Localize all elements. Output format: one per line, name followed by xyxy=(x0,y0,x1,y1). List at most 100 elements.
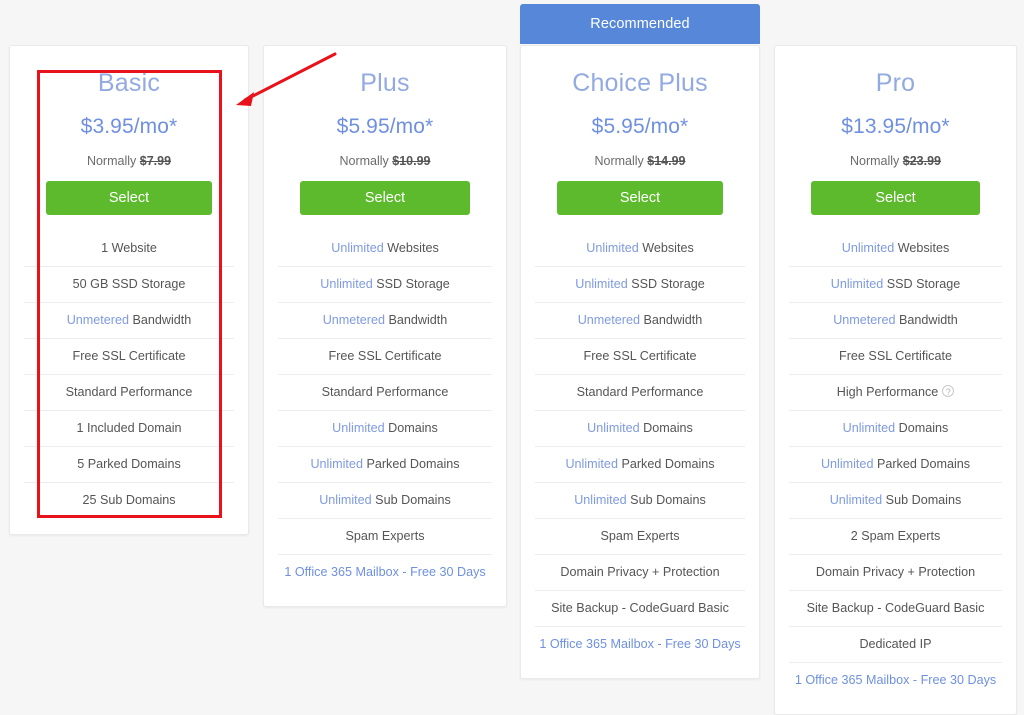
feature-label: Bandwidth xyxy=(385,312,448,327)
select-button[interactable]: Select xyxy=(300,180,470,215)
feature-label: Free SSL Certificate xyxy=(583,348,697,363)
feature-label: Free SSL Certificate xyxy=(839,348,952,363)
normally-label: Normally xyxy=(86,153,137,168)
plan-header: Plus $5.95/mo* Normally $10.99 Select xyxy=(264,46,506,215)
feature-label: 50 GB SSD Storage xyxy=(72,276,186,291)
feature-highlight: Unlimited xyxy=(586,240,639,255)
feature-label: Free SSL Certificate xyxy=(328,348,442,363)
info-help-icon[interactable]: ? xyxy=(942,384,955,397)
feature-highlight: Unlimited xyxy=(319,492,372,507)
feature-item: Unlimited SSD Storage xyxy=(278,267,492,303)
feature-item: Free SSL Certificate xyxy=(535,339,745,375)
recommended-badge: Recommended xyxy=(520,4,760,44)
feature-item: Unlimited Parked Domains xyxy=(535,447,745,483)
feature-highlight: Unlimited xyxy=(565,456,618,471)
plan-card-choice-plus[interactable]: Choice Plus $5.95/mo* Normally $14.99 Se… xyxy=(520,45,760,679)
normally-old-price: $23.99 xyxy=(902,153,942,168)
feature-list: 1 Website 50 GB SSD Storage Unmetered Band… xyxy=(10,231,248,534)
plan-card-basic[interactable]: Basic $3.95/mo* Normally $7.99 Select 1 … xyxy=(9,45,249,535)
feature-item: Free SSL Certificate xyxy=(789,339,1002,375)
feature-item[interactable]: 1 Office 365 Mailbox - Free 30 Days xyxy=(278,555,492,590)
feature-label: 1 Office 365 Mailbox - Free 30 Days xyxy=(794,672,997,687)
feature-item: 2 Spam Experts xyxy=(789,519,1002,555)
plan-title: Plus xyxy=(360,69,410,97)
feature-label: Parked Domains xyxy=(873,456,971,471)
feature-item: Unlimited Sub Domains xyxy=(789,483,1002,519)
feature-item: Unlimited Websites xyxy=(535,231,745,267)
plan-price: $5.95/mo* xyxy=(336,114,434,138)
plan-normally-price: Normally $23.99 xyxy=(787,154,1004,168)
feature-item: Unlimited SSD Storage xyxy=(789,267,1002,303)
feature-label: Domain Privacy + Protection xyxy=(560,564,720,579)
plan-normally-price: Normally $7.99 xyxy=(22,154,236,168)
feature-highlight: Unmetered xyxy=(66,312,129,327)
feature-label: Sub Domains xyxy=(371,492,451,507)
feature-highlight: Unmetered xyxy=(577,312,640,327)
feature-highlight: Unlimited xyxy=(310,456,363,471)
feature-label: Domain Privacy + Protection xyxy=(815,564,976,579)
select-button-wrapper: Select xyxy=(22,180,236,215)
plan-price: $3.95/mo* xyxy=(80,114,178,138)
feature-item: Standard Performance xyxy=(535,375,745,411)
feature-item: Unlimited Websites xyxy=(278,231,492,267)
feature-label: Bandwidth xyxy=(129,312,192,327)
normally-old-price: $7.99 xyxy=(139,153,172,168)
select-button-wrapper: Select xyxy=(276,180,494,215)
pricing-plans-container: Recommended Basic $3.95/mo* Normally $7.… xyxy=(0,0,1024,715)
feature-item: Unlimited Websites xyxy=(789,231,1002,267)
feature-highlight: Unlimited xyxy=(829,492,883,507)
select-button-wrapper: Select xyxy=(533,180,747,215)
feature-list: Unlimited Websites Unlimited SSD Storage U… xyxy=(264,231,506,606)
plan-card-pro[interactable]: Pro $13.95/mo* Normally $23.99 Select Un… xyxy=(774,45,1017,715)
feature-item: Free SSL Certificate xyxy=(24,339,234,375)
feature-highlight: Unlimited xyxy=(331,240,384,255)
feature-item: Spam Experts xyxy=(278,519,492,555)
feature-item: Unlimited Domains xyxy=(535,411,745,447)
feature-item: Unlimited Sub Domains xyxy=(278,483,492,519)
feature-label: Site Backup - CodeGuard Basic xyxy=(551,600,729,615)
normally-label: Normally xyxy=(849,153,900,168)
feature-highlight: Unlimited xyxy=(842,420,896,435)
feature-item: Spam Experts xyxy=(535,519,745,555)
feature-label: Websites xyxy=(383,240,439,255)
plan-title: Choice Plus xyxy=(572,69,708,97)
feature-item: 25 Sub Domains xyxy=(24,483,234,518)
feature-item: 1 Included Domain xyxy=(24,411,234,447)
feature-highlight: Unlimited xyxy=(830,276,884,291)
feature-item: Domain Privacy + Protection xyxy=(535,555,745,591)
feature-label: 2 Spam Experts xyxy=(850,528,941,543)
plan-price: $13.95/mo* xyxy=(841,114,950,138)
feature-item: 5 Parked Domains xyxy=(24,447,234,483)
select-button[interactable]: Select xyxy=(46,180,212,215)
feature-highlight: Unlimited xyxy=(574,492,627,507)
feature-label: High Performance xyxy=(836,384,939,399)
feature-item[interactable]: 1 Office 365 Mailbox - Free 30 Days xyxy=(535,627,745,662)
feature-label: Domains xyxy=(895,420,949,435)
feature-label: Domains xyxy=(384,420,438,435)
feature-item: Unlimited SSD Storage xyxy=(535,267,745,303)
feature-item: High Performance? xyxy=(789,375,1002,411)
feature-item: Free SSL Certificate xyxy=(278,339,492,375)
plan-header: Basic $3.95/mo* Normally $7.99 Select xyxy=(10,46,248,215)
plan-header: Pro $13.95/mo* Normally $23.99 Select xyxy=(775,46,1016,215)
feature-item: Unlimited Sub Domains xyxy=(535,483,745,519)
feature-item: Unlimited Parked Domains xyxy=(278,447,492,483)
select-button[interactable]: Select xyxy=(557,180,723,215)
plan-normally-price: Normally $14.99 xyxy=(533,154,747,168)
feature-item: Unlimited Domains xyxy=(278,411,492,447)
normally-label: Normally xyxy=(594,153,644,168)
feature-label: Spam Experts xyxy=(600,528,680,543)
feature-label: SSD Storage xyxy=(883,276,961,291)
feature-label: Bandwidth xyxy=(895,312,958,327)
feature-highlight: Unlimited xyxy=(587,420,640,435)
select-button[interactable]: Select xyxy=(811,180,980,215)
feature-item[interactable]: 1 Office 365 Mailbox - Free 30 Days xyxy=(789,663,1002,698)
feature-label: Bandwidth xyxy=(640,312,703,327)
feature-highlight: Unlimited xyxy=(841,240,895,255)
feature-highlight: Unlimited xyxy=(332,420,385,435)
feature-highlight: Unlimited xyxy=(320,276,373,291)
feature-item: Site Backup - CodeGuard Basic xyxy=(789,591,1002,627)
feature-item: Site Backup - CodeGuard Basic xyxy=(535,591,745,627)
plan-card-plus[interactable]: Plus $5.95/mo* Normally $10.99 Select Un… xyxy=(263,45,507,607)
feature-item: Standard Performance xyxy=(278,375,492,411)
